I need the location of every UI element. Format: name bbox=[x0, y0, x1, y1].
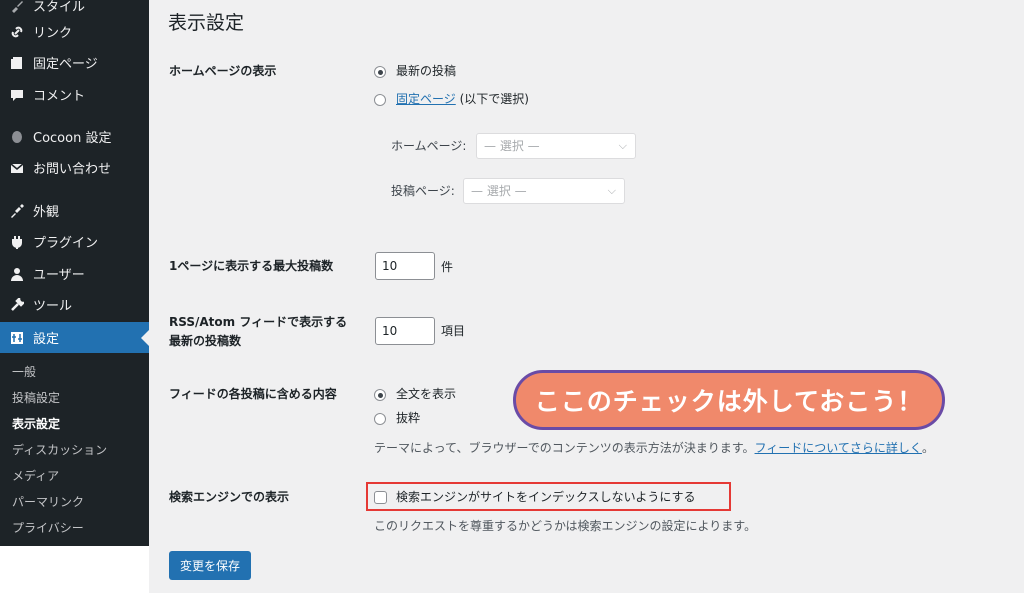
sidebar-item-tools[interactable]: ツール bbox=[0, 289, 149, 320]
full-text-radio[interactable] bbox=[374, 389, 386, 401]
homepage-select-label: ホームページ: bbox=[391, 139, 467, 153]
sidebar-item-label: 固定ページ bbox=[33, 57, 98, 72]
latest-posts-label: 最新の投稿 bbox=[396, 64, 457, 78]
link-icon bbox=[9, 24, 25, 40]
posts-page-select-value: — 選択 — bbox=[471, 184, 527, 198]
feed-content-label: フィードの各投稿に含める内容 bbox=[169, 387, 337, 401]
submenu-general[interactable]: 一般 bbox=[12, 364, 36, 380]
feed-count-unit: 項目 bbox=[441, 324, 466, 338]
sidebar-item-label: 外観 bbox=[33, 205, 60, 220]
excerpt-radio[interactable] bbox=[374, 413, 386, 425]
save-button[interactable]: 変更を保存 bbox=[169, 551, 251, 580]
chevron-down-icon: ⌵ bbox=[607, 184, 616, 197]
brush-icon bbox=[9, 0, 25, 14]
homepage-select[interactable]: — 選択 — ⌵ bbox=[476, 133, 636, 159]
sidebar-item-label: リンク bbox=[33, 26, 73, 41]
excerpt-label: 抜粋 bbox=[396, 411, 421, 425]
latest-posts-radio[interactable] bbox=[374, 66, 386, 78]
sidebar-item-pages[interactable]: 固定ページ bbox=[0, 47, 149, 78]
homepage-display-label: ホームページの表示 bbox=[169, 64, 277, 78]
settings-icon bbox=[9, 330, 25, 346]
page-icon bbox=[9, 55, 25, 71]
cocoon-icon bbox=[9, 129, 25, 145]
sidebar-item-settings[interactable]: 設定 bbox=[0, 322, 149, 353]
search-engine-label: 検索エンジンでの表示 bbox=[169, 490, 290, 504]
highlight-box bbox=[366, 482, 731, 511]
sidebar-item-label: スタイル bbox=[33, 0, 86, 15]
user-icon bbox=[9, 266, 25, 282]
search-engine-description: このリクエストを尊重するかどうかは検索エンジンの設定によります。 bbox=[374, 519, 757, 533]
submenu-privacy[interactable]: プライバシー bbox=[12, 520, 84, 536]
annotation-callout: ここのチェックは外しておこう！ bbox=[513, 370, 945, 430]
sidebar-item-label: プラグイン bbox=[33, 236, 99, 251]
chevron-down-icon: ⌵ bbox=[618, 139, 627, 152]
static-page-option: 固定ページ (以下で選択) bbox=[396, 91, 529, 107]
sidebar-item-links[interactable]: リンク bbox=[0, 16, 149, 47]
appearance-icon bbox=[9, 203, 25, 219]
admin-sidebar: スタイル リンク 固定ページ コメント Cocoon 設定 お問い合わせ 外観 … bbox=[0, 0, 149, 593]
sidebar-item-label: Cocoon 設定 bbox=[33, 131, 112, 146]
posts-page-select[interactable]: — 選択 — ⌵ bbox=[463, 178, 625, 204]
feed-desc-suffix: 。 bbox=[921, 441, 934, 455]
sidebar-item-comments[interactable]: コメント bbox=[0, 79, 149, 110]
static-page-radio[interactable] bbox=[374, 94, 386, 106]
submenu-writing[interactable]: 投稿設定 bbox=[12, 390, 60, 406]
page-title: 表示設定 bbox=[168, 12, 245, 34]
callout-text: ここのチェックは外しておこう！ bbox=[534, 387, 924, 416]
sidebar-item-contact[interactable]: お問い合わせ bbox=[0, 152, 149, 183]
sidebar-footer bbox=[0, 546, 149, 593]
sidebar-item-appearance[interactable]: 外観 bbox=[0, 195, 149, 226]
submenu-media[interactable]: メディア bbox=[12, 468, 59, 484]
posts-page-select-label: 投稿ページ: bbox=[391, 184, 455, 198]
submenu-permalink[interactable]: パーマリンク bbox=[12, 494, 84, 510]
sidebar-item-plugins[interactable]: プラグイン bbox=[0, 226, 149, 257]
feed-desc-text: テーマによって、ブラウザーでのコンテンツの表示方法が決まります。 bbox=[374, 441, 755, 455]
sidebar-item-users[interactable]: ユーザー bbox=[0, 258, 149, 289]
wrench-icon bbox=[9, 297, 25, 313]
comment-icon bbox=[9, 87, 25, 103]
sidebar-item-label: コメント bbox=[33, 89, 86, 104]
full-text-label: 全文を表示 bbox=[396, 387, 457, 401]
submenu-reading[interactable]: 表示設定 bbox=[12, 416, 60, 432]
posts-per-page-input[interactable]: 10 bbox=[375, 252, 435, 280]
sidebar-item-label: お問い合わせ bbox=[33, 162, 112, 177]
feed-count-label-line2: 最新の投稿数 bbox=[169, 334, 242, 348]
posts-per-page-label: 1ページに表示する最大投稿数 bbox=[169, 259, 334, 273]
sidebar-item-label: ツール bbox=[33, 299, 73, 314]
feed-count-label-line1: RSS/Atom フィードで表示する bbox=[169, 315, 348, 329]
plugin-icon bbox=[9, 234, 25, 250]
feed-learn-more-link[interactable]: フィードについてさらに詳しく bbox=[755, 441, 922, 455]
sidebar-item-cocoon[interactable]: Cocoon 設定 bbox=[0, 121, 149, 152]
homepage-select-value: — 選択 — bbox=[484, 139, 540, 153]
feed-count-label: RSS/Atom フィードで表示する 最新の投稿数 bbox=[169, 313, 347, 351]
mail-icon bbox=[9, 160, 25, 176]
submenu-discussion[interactable]: ディスカッション bbox=[12, 442, 107, 458]
feed-content-description: テーマによって、ブラウザーでのコンテンツの表示方法が決まります。フィードについて… bbox=[374, 440, 934, 456]
sidebar-item-label: 設定 bbox=[33, 332, 60, 347]
feed-count-input[interactable]: 10 bbox=[375, 317, 435, 345]
static-page-suffix: (以下で選択) bbox=[455, 92, 529, 106]
posts-per-page-unit: 件 bbox=[441, 260, 454, 274]
static-page-link[interactable]: 固定ページ bbox=[396, 92, 456, 106]
sidebar-item-label: ユーザー bbox=[33, 268, 85, 283]
